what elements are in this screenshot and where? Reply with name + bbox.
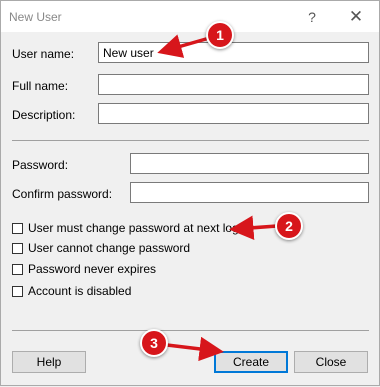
annotation-arrows xyxy=(157,34,279,362)
annotation-badge-1: 1 xyxy=(206,21,234,49)
annotation-arrow-3 xyxy=(165,336,224,362)
annotation-badge-3: 3 xyxy=(140,329,168,357)
annotation-arrow-1 xyxy=(157,34,208,58)
annotation-badge-2: 2 xyxy=(275,212,303,240)
new-user-dialog: New User ? ✕ User name: Full name: Descr… xyxy=(0,0,380,386)
annotation-arrow-2 xyxy=(229,215,279,240)
